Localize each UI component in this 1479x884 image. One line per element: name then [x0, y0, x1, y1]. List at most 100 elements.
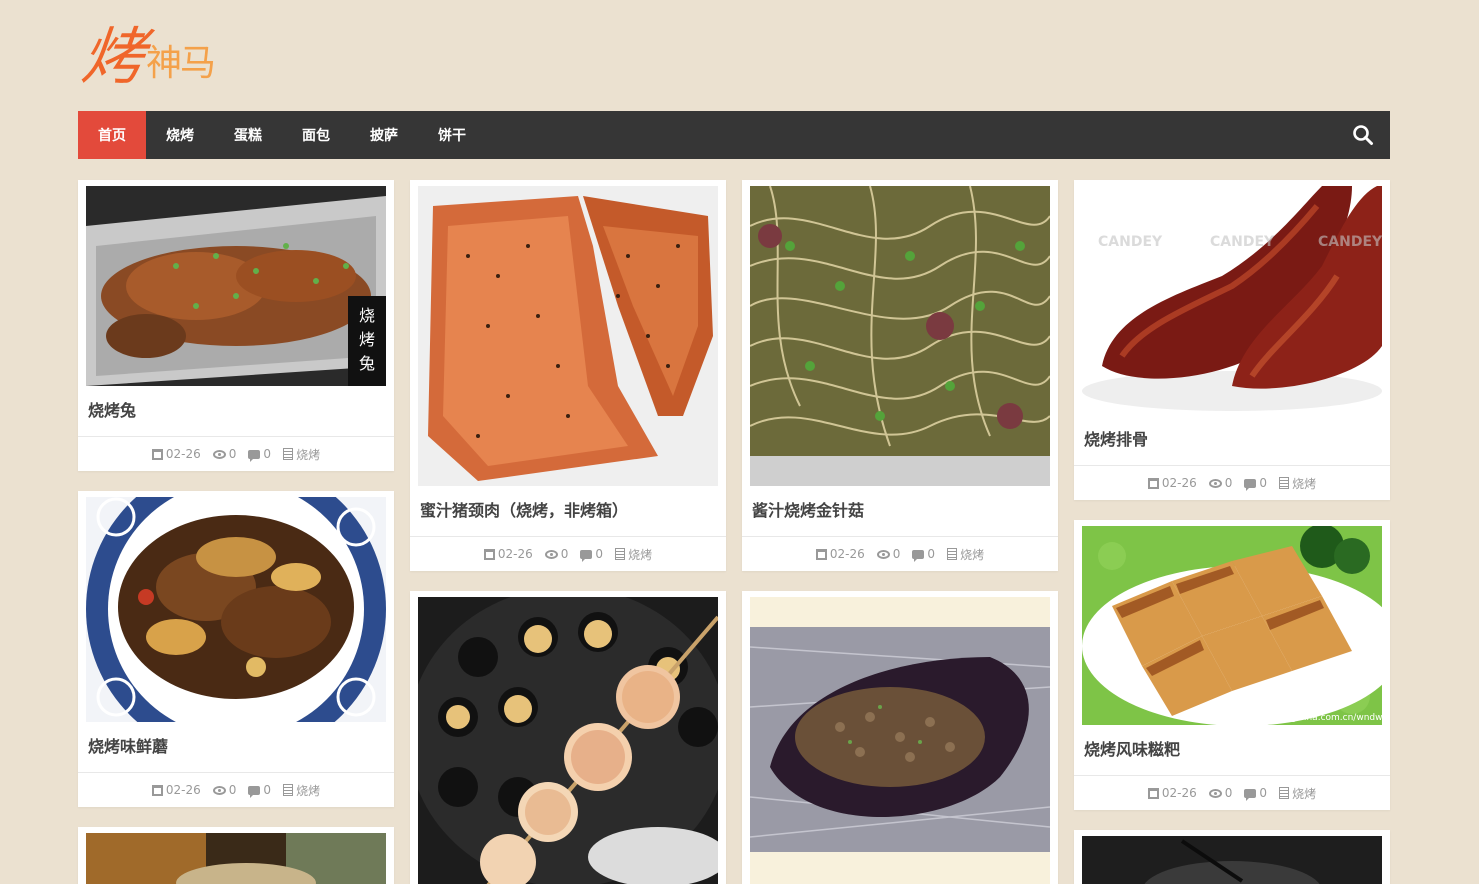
post-image-takoyaki[interactable]: [418, 597, 718, 884]
post-category[interactable]: 烧烤: [296, 782, 320, 799]
post-meta: 02-26 0 0 烧烤: [1074, 775, 1390, 810]
post-column-1: 烧 烤 兔 烧烤兔 02-26 0 0 烧烤 烧烤味鲜蘑 02-26 0 0 烧…: [78, 180, 394, 884]
watermark-text: CANDEY: [1210, 234, 1275, 250]
post-meta: 02-26 0 0 烧烤: [1074, 465, 1390, 500]
post-meta: 02-26 0 0 烧烤: [78, 436, 394, 471]
post-comments: 0: [263, 783, 272, 797]
comment-icon: [1244, 478, 1257, 491]
eye-icon: [212, 449, 226, 459]
post-views: 0: [228, 447, 237, 461]
nav-item-cake[interactable]: 蛋糕: [214, 111, 282, 159]
comment-icon: [912, 549, 925, 562]
post-category[interactable]: 烧烤: [1292, 475, 1316, 492]
logo-main-text: 烤: [78, 20, 148, 93]
search-icon[interactable]: [1352, 124, 1374, 146]
calendar-icon: [815, 548, 827, 560]
eye-icon: [544, 549, 558, 559]
post-card[interactable]: 烧 烤 兔 烧烤兔 02-26 0 0 烧烤: [78, 180, 394, 471]
watermark-text: CANDEY: [1098, 234, 1163, 250]
post-date: 02-26: [497, 547, 533, 561]
category-icon: [947, 548, 958, 560]
eye-icon: [1208, 788, 1222, 798]
post-image-pork[interactable]: [418, 186, 718, 486]
eye-icon: [876, 549, 890, 559]
post-category[interactable]: 烧烤: [296, 446, 320, 463]
calendar-icon: [483, 548, 495, 560]
post-title[interactable]: 蜜汁猪颈肉（烧烤，非烤箱）: [418, 486, 718, 536]
post-card[interactable]: [78, 827, 394, 884]
post-card[interactable]: [742, 591, 1058, 884]
post-card[interactable]: [410, 591, 726, 884]
post-comments: 0: [1259, 786, 1268, 800]
svg-text:烧: 烧: [359, 306, 375, 325]
post-image-ribs[interactable]: CANDEY CANDEY CANDEY: [1082, 186, 1382, 415]
post-image-partial[interactable]: [86, 833, 386, 884]
post-title[interactable]: 烧烤兔: [86, 386, 386, 436]
post-card[interactable]: 酱汁烧烤金针菇 02-26 0 0 烧烤: [742, 180, 1058, 571]
post-date: 02-26: [1161, 476, 1197, 490]
post-date: 02-26: [829, 547, 865, 561]
post-card[interactable]: 烧烤味鲜蘑 02-26 0 0 烧烤: [78, 491, 394, 807]
post-title[interactable]: 酱汁烧烤金针菇: [750, 486, 1050, 536]
post-title[interactable]: 烧烤风味糍粑: [1082, 725, 1382, 775]
post-views: 0: [1224, 476, 1233, 490]
nav-item-cookie[interactable]: 饼干: [418, 111, 486, 159]
post-card[interactable]: [1074, 830, 1390, 884]
post-category[interactable]: 烧烤: [1292, 785, 1316, 802]
logo-sub-text: 神马: [146, 43, 216, 84]
post-card[interactable]: CANDEY CANDEY CANDEY 烧烤排骨 02-26 0 0 烧烤: [1074, 180, 1390, 500]
nav-item-pizza[interactable]: 披萨: [350, 111, 418, 159]
comment-icon: [1244, 788, 1257, 801]
post-views: 0: [560, 547, 569, 561]
source-credit-text: blog.sina.com.cn/wndw: [1277, 713, 1382, 723]
site-logo[interactable]: 烤 神马: [78, 10, 262, 96]
post-comments: 0: [595, 547, 604, 561]
post-views: 0: [892, 547, 901, 561]
post-date: 02-26: [165, 783, 201, 797]
nav-item-bread[interactable]: 面包: [282, 111, 350, 159]
post-title[interactable]: 烧烤排骨: [1082, 415, 1382, 465]
category-icon: [283, 784, 294, 796]
post-image-partial[interactable]: [1082, 836, 1382, 884]
comment-icon: [580, 549, 593, 562]
post-category[interactable]: 烧烤: [960, 546, 984, 563]
post-image-rabbit[interactable]: 烧 烤 兔: [86, 186, 386, 386]
svg-text:兔: 兔: [359, 354, 375, 373]
post-category[interactable]: 烧烤: [628, 546, 652, 563]
category-icon: [615, 548, 626, 560]
calendar-icon: [151, 784, 163, 796]
comment-icon: [248, 785, 261, 798]
post-image-ciba[interactable]: blog.sina.com.cn/wndw: [1082, 526, 1382, 725]
post-meta: 02-26 0 0 烧烤: [410, 536, 726, 571]
post-date: 02-26: [165, 447, 201, 461]
eye-icon: [1208, 478, 1222, 488]
post-image-mushroom[interactable]: [86, 497, 386, 722]
calendar-icon: [1147, 477, 1159, 489]
category-icon: [283, 448, 294, 460]
post-views: 0: [228, 783, 237, 797]
main-navbar: 首页 烧烤 蛋糕 面包 披萨 饼干: [78, 111, 1390, 159]
post-image-eggplant[interactable]: [750, 597, 1050, 884]
watermark-text: CANDEY: [1318, 234, 1382, 250]
post-card[interactable]: 蜜汁猪颈肉（烧烤，非烤箱） 02-26 0 0 烧烤: [410, 180, 726, 571]
post-card[interactable]: blog.sina.com.cn/wndw 烧烤风味糍粑 02-26 0 0 烧…: [1074, 520, 1390, 810]
calendar-icon: [151, 448, 163, 460]
comment-icon: [248, 449, 261, 462]
post-comments: 0: [263, 447, 272, 461]
post-title[interactable]: 烧烤味鲜蘑: [86, 722, 386, 772]
post-column-4: CANDEY CANDEY CANDEY 烧烤排骨 02-26 0 0 烧烤 b…: [1074, 180, 1390, 884]
post-date: 02-26: [1161, 786, 1197, 800]
category-icon: [1279, 787, 1290, 799]
calendar-icon: [1147, 787, 1159, 799]
post-comments: 0: [927, 547, 936, 561]
post-meta: 02-26 0 0 烧烤: [78, 772, 394, 807]
category-icon: [1279, 477, 1290, 489]
post-meta: 02-26 0 0 烧烤: [742, 536, 1058, 571]
post-column-3: 酱汁烧烤金针菇 02-26 0 0 烧烤: [742, 180, 1058, 884]
eye-icon: [212, 785, 226, 795]
post-image-enoki[interactable]: [750, 186, 1050, 486]
nav-item-home[interactable]: 首页: [78, 111, 146, 159]
nav-item-bbq[interactable]: 烧烤: [146, 111, 214, 159]
svg-text:烤: 烤: [359, 330, 375, 349]
post-comments: 0: [1259, 476, 1268, 490]
